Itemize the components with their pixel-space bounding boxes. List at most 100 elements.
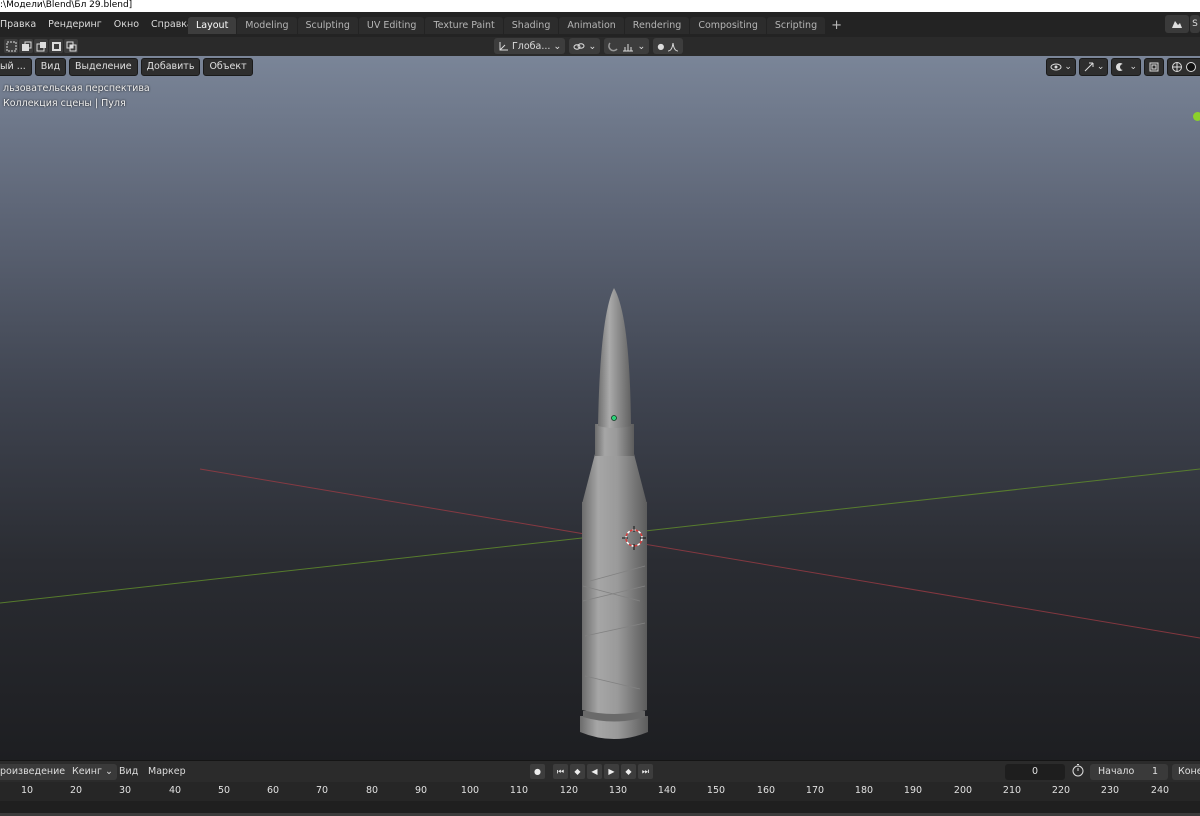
timeline-marker-menu[interactable]: Маркер bbox=[148, 764, 186, 780]
visibility-dropdown[interactable]: ⌄ bbox=[1046, 58, 1076, 76]
viewport-scene bbox=[0, 288, 1200, 739]
window-title: :\Модели\Blend\Бл 29.blend] bbox=[0, 0, 133, 10]
tab-sculpting[interactable]: Sculpting bbox=[297, 17, 358, 34]
proportional-edit-group[interactable]: ● bbox=[653, 38, 684, 54]
add-workspace-button[interactable]: + bbox=[826, 17, 847, 34]
xray-toggle[interactable] bbox=[1144, 58, 1164, 76]
select-box-icon[interactable] bbox=[4, 39, 18, 53]
chevron-down-icon: ⌄ bbox=[105, 766, 113, 777]
frame-tick: 210 bbox=[1002, 785, 1022, 796]
link-icon bbox=[573, 42, 585, 50]
next-keyframe-icon[interactable]: ◆ bbox=[621, 764, 636, 779]
mode-dropdown[interactable]: ый ... bbox=[0, 58, 32, 76]
frame-tick: 180 bbox=[854, 785, 874, 796]
object-menu[interactable]: Объект bbox=[203, 58, 253, 76]
tab-scripting[interactable]: Scripting bbox=[766, 17, 826, 34]
wireframe-shading-icon bbox=[1172, 62, 1182, 72]
playback-label: роизведение bbox=[0, 766, 66, 777]
jump-start-icon[interactable]: ⏮ bbox=[553, 764, 568, 779]
gizmo-dropdown[interactable]: ⌄ bbox=[1078, 58, 1109, 76]
scene-selector-button[interactable] bbox=[1165, 15, 1189, 33]
chevron-down-icon: ⌄ bbox=[553, 40, 562, 52]
casing-body bbox=[582, 502, 647, 714]
overlay-icon bbox=[1116, 63, 1127, 71]
add-menu[interactable]: Добавить bbox=[140, 58, 201, 76]
select-menu[interactable]: Выделение bbox=[69, 58, 138, 76]
scene-icon bbox=[1172, 21, 1182, 28]
menu-render[interactable]: Рендеринг bbox=[42, 12, 108, 37]
chevron-down-icon: ⌄ bbox=[637, 40, 646, 52]
falloff-curve-icon bbox=[668, 42, 679, 51]
frame-tick: 40 bbox=[168, 785, 182, 796]
stopwatch-icon[interactable] bbox=[1071, 763, 1085, 779]
select-invert-icon[interactable] bbox=[49, 39, 63, 53]
frame-tick: 20 bbox=[69, 785, 83, 796]
shading-mode-group[interactable] bbox=[1167, 58, 1200, 76]
frame-tick: 190 bbox=[903, 785, 923, 796]
frame-tick: 240 bbox=[1150, 785, 1170, 796]
frame-tick: 160 bbox=[756, 785, 776, 796]
select-intersect-icon[interactable] bbox=[64, 39, 78, 53]
view-perspective-label: льзовательская перспектива bbox=[3, 83, 150, 94]
menu-edit[interactable]: Правка bbox=[0, 12, 42, 37]
tab-shading[interactable]: Shading bbox=[503, 17, 559, 34]
frame-tick: 50 bbox=[217, 785, 231, 796]
frame-tick: 140 bbox=[657, 785, 677, 796]
3d-viewport[interactable]: ый ... Вид Выделение Добавить Объект ⌄ ⌄… bbox=[0, 56, 1200, 760]
tab-uv-editing[interactable]: UV Editing bbox=[358, 17, 425, 34]
menu-window[interactable]: Окно bbox=[108, 12, 145, 37]
timeline-ruler[interactable]: 10 20 30 40 50 60 70 80 90 100 110 120 1… bbox=[0, 782, 1200, 816]
tab-layout[interactable]: Layout bbox=[188, 17, 237, 34]
timeline-header: роизведение ⌄ Кеинг ⌄ Вид Маркер ● ⏮ ◆ ◀… bbox=[0, 760, 1200, 783]
start-frame-field[interactable]: Начало 1 bbox=[1090, 764, 1168, 780]
frame-tick: 70 bbox=[315, 785, 329, 796]
select-subtract-icon[interactable] bbox=[34, 39, 48, 53]
current-frame-field[interactable]: 0 bbox=[1005, 764, 1065, 780]
tab-texture-paint[interactable]: Texture Paint bbox=[425, 17, 503, 34]
orientation-dropdown[interactable]: Глоба... ⌄ bbox=[494, 38, 566, 54]
keying-dropdown[interactable]: Кеинг ⌄ bbox=[68, 764, 117, 780]
tab-rendering[interactable]: Rendering bbox=[624, 17, 690, 34]
frame-tick: 120 bbox=[559, 785, 579, 796]
x-axis-line bbox=[199, 468, 1200, 639]
frame-tick: 130 bbox=[608, 785, 628, 796]
frame-tick: 30 bbox=[118, 785, 132, 796]
frame-tick: 80 bbox=[365, 785, 379, 796]
tab-compositing[interactable]: Compositing bbox=[690, 17, 766, 34]
frame-tick: 10 bbox=[20, 785, 34, 796]
record-icon[interactable]: ● bbox=[530, 764, 545, 779]
casing-shoulder bbox=[582, 454, 647, 504]
view-menu[interactable]: Вид bbox=[34, 58, 67, 76]
top-right-controls: S bbox=[1165, 15, 1200, 33]
workspace-tabs: Layout Modeling Sculpting UV Editing Tex… bbox=[188, 17, 848, 35]
navigation-gizmo-y-dot[interactable] bbox=[1193, 112, 1200, 121]
timeline-view-menu[interactable]: Вид bbox=[119, 764, 138, 780]
end-frame-field[interactable]: Коне bbox=[1172, 764, 1200, 780]
play-reverse-icon[interactable]: ◀ bbox=[587, 764, 602, 779]
top-bar: Правка Рендеринг Окно Справка Layout Mod… bbox=[0, 12, 1200, 37]
overlays-dropdown[interactable]: ⌄ bbox=[1111, 58, 1141, 76]
viewport-header: ый ... Вид Выделение Добавить Объект bbox=[0, 58, 253, 76]
pivot-dropdown[interactable]: ⌄ bbox=[569, 38, 601, 54]
playback-controls: ● ⏮ ◆ ◀ ▶ ◆ ⏭ bbox=[530, 764, 653, 779]
main-menu: Правка Рендеринг Окно Справка bbox=[0, 12, 199, 37]
select-extend-icon[interactable] bbox=[19, 39, 33, 53]
jump-end-icon[interactable]: ⏭ bbox=[638, 764, 653, 779]
end-label: Коне bbox=[1178, 766, 1200, 777]
casing-neck bbox=[595, 424, 634, 456]
snapping-dropdown[interactable]: ⌄ bbox=[604, 38, 650, 54]
tab-animation[interactable]: Animation bbox=[559, 17, 624, 34]
scene-collection-label: Коллекция сцены | Пуля bbox=[3, 98, 126, 109]
window-title-bar: :\Модели\Blend\Бл 29.blend] bbox=[0, 0, 1200, 12]
start-frame-value: 1 bbox=[1151, 766, 1158, 777]
scene-name-field[interactable]: S bbox=[1190, 15, 1200, 33]
start-label: Начало bbox=[1098, 766, 1135, 777]
prev-keyframe-icon[interactable]: ◆ bbox=[570, 764, 585, 779]
play-icon[interactable]: ▶ bbox=[604, 764, 619, 779]
viewport-display-controls: ⌄ ⌄ ⌄ bbox=[1046, 58, 1200, 76]
orientation-icon bbox=[499, 41, 508, 50]
frame-tick: 220 bbox=[1051, 785, 1071, 796]
orientation-label: Глоба... bbox=[512, 40, 551, 52]
selection-mode-group bbox=[4, 39, 78, 53]
tab-modeling[interactable]: Modeling bbox=[237, 17, 297, 34]
